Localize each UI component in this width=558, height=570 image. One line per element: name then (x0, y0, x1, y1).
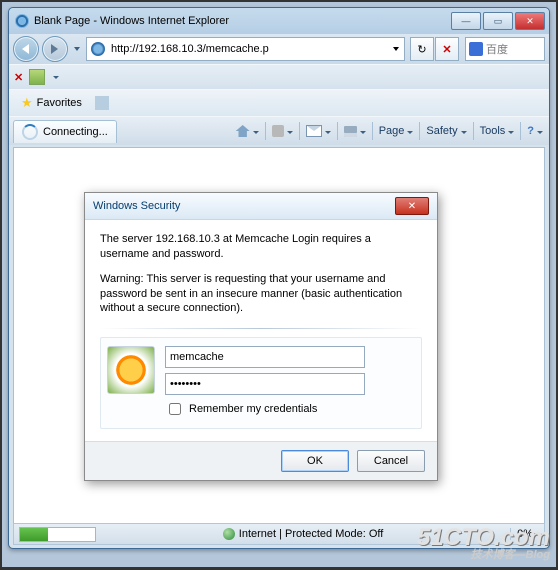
forward-button[interactable] (42, 36, 68, 62)
user-avatar-icon (107, 346, 155, 394)
back-button[interactable] (13, 36, 39, 62)
tab-label: Connecting... (43, 126, 108, 138)
page-favicon (91, 42, 105, 56)
maximize-button[interactable]: ▭ (483, 12, 513, 30)
home-icon (236, 125, 250, 137)
refresh-button[interactable]: ↻ (410, 37, 434, 61)
progress-bar (19, 527, 96, 542)
baidu-icon (469, 42, 483, 56)
dialog-titlebar[interactable]: Windows Security ✕ (85, 193, 437, 220)
print-button[interactable] (342, 124, 368, 138)
remember-checkbox[interactable] (169, 403, 181, 415)
addon-dropdown[interactable] (51, 71, 59, 83)
remember-checkbox-label[interactable]: Remember my credentials (165, 400, 415, 418)
ok-button[interactable]: OK (281, 450, 349, 472)
screenshot-frame: Blank Page - Windows Internet Explorer —… (2, 2, 556, 567)
browser-tab[interactable]: Connecting... (13, 120, 117, 143)
separator (299, 122, 300, 140)
titlebar[interactable]: Blank Page - Windows Internet Explorer —… (9, 8, 549, 34)
divider (100, 328, 422, 329)
dialog-warning: Warning: This server is requesting that … (100, 272, 422, 317)
nav-history-dropdown[interactable] (71, 37, 83, 61)
credentials-panel: Remember my credentials (100, 337, 422, 429)
addon-bar: ✕ (9, 64, 549, 89)
page-menu[interactable]: Page (377, 124, 416, 138)
favorites-label: Favorites (37, 97, 82, 109)
search-placeholder: 百度 (486, 41, 508, 57)
url-input[interactable] (109, 42, 388, 56)
separator (520, 122, 521, 140)
mail-icon (306, 125, 322, 137)
suggested-sites-icon[interactable] (95, 96, 109, 110)
help-button[interactable]: ? (525, 124, 545, 138)
credentials-dialog: Windows Security ✕ The server 192.168.10… (84, 192, 438, 481)
separator (372, 122, 373, 140)
nav-bar: ↻ ✕ 百度 (9, 34, 549, 64)
ie-icon (15, 14, 29, 28)
dialog-title: Windows Security (93, 200, 180, 212)
window-title: Blank Page - Windows Internet Explorer (34, 15, 451, 27)
separator (265, 122, 266, 140)
cancel-button[interactable]: Cancel (357, 450, 425, 472)
rss-icon (272, 125, 284, 137)
minimize-button[interactable]: — (451, 12, 481, 30)
addon-icon[interactable] (29, 69, 45, 85)
feeds-button[interactable] (270, 124, 295, 138)
address-dropdown[interactable] (388, 47, 404, 51)
home-button[interactable] (234, 124, 261, 138)
close-button[interactable]: ✕ (515, 12, 545, 30)
username-input[interactable] (165, 346, 365, 368)
help-icon: ? (527, 125, 534, 137)
separator (419, 122, 420, 140)
star-icon: ★ (21, 95, 33, 111)
dialog-close-button[interactable]: ✕ (395, 197, 429, 215)
favorites-bar: ★ Favorites (9, 89, 549, 116)
separator (337, 122, 338, 140)
safety-menu[interactable]: Safety (424, 124, 468, 138)
favorites-button[interactable]: ★ Favorites (14, 92, 89, 114)
separator (473, 122, 474, 140)
close-bar-icon[interactable]: ✕ (14, 71, 23, 84)
stop-button[interactable]: ✕ (435, 37, 459, 61)
status-text: Internet | Protected Mode: Off (239, 528, 384, 540)
address-bar[interactable] (86, 37, 405, 61)
password-input[interactable] (165, 373, 365, 395)
loading-throbber-icon (22, 124, 38, 140)
watermark: 51CTO.com 技术博客—Blog (417, 526, 550, 561)
dialog-button-row: OK Cancel (85, 441, 437, 480)
print-icon (344, 126, 357, 137)
remember-text: Remember my credentials (189, 402, 317, 417)
search-box[interactable]: 百度 (465, 37, 545, 61)
zone-icon (223, 528, 235, 540)
tools-menu[interactable]: Tools (478, 124, 517, 138)
command-bar: Connecting... Page Safety Tools ? (9, 116, 549, 145)
readmail-button[interactable] (304, 124, 333, 138)
dialog-message: The server 192.168.10.3 at Memcache Logi… (100, 232, 422, 262)
